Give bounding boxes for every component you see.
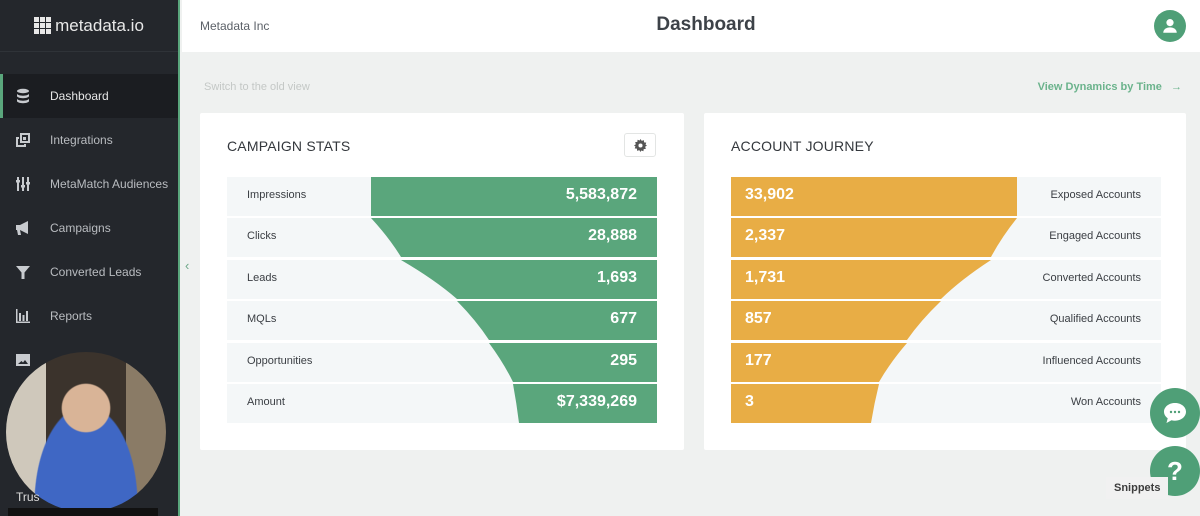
funnel-value: $7,339,269	[556, 393, 637, 410]
account-journey-card: ACCOUNT JOURNEY Exposed Accounts 33,902 En…	[704, 113, 1186, 450]
topbar: Metadata Inc Dashboard	[182, 0, 1200, 52]
view-dynamics-link[interactable]: View Dynamics by Time →	[1038, 81, 1182, 93]
funnel-value: 3	[745, 393, 754, 410]
funnel-value: 177	[745, 351, 772, 369]
funnel-label: Opportunities	[247, 354, 313, 367]
funnel-row: Leads 1,693	[227, 259, 657, 299]
funnel-bar: $7,339,269	[513, 384, 657, 423]
funnel-label: Impressions	[247, 189, 307, 201]
funnel-value: 677	[610, 310, 637, 328]
gear-icon	[633, 138, 647, 152]
bar-chart-icon	[14, 308, 32, 324]
funnel-label: Exposed Accounts	[1050, 189, 1141, 201]
webcam-bar	[8, 508, 158, 516]
funnel-row: Qualified Accounts 857	[731, 301, 1161, 341]
database-icon	[14, 88, 32, 104]
user-avatar-button[interactable]	[1154, 10, 1186, 42]
user-icon	[1163, 19, 1177, 33]
funnel-row: Exposed Accounts 33,902	[731, 177, 1161, 216]
funnel-value: 33,902	[745, 186, 794, 203]
funnel-value: 28,888	[588, 227, 637, 245]
sidebar-item-label: Reports	[50, 309, 93, 323]
logo-text: metadata.io	[55, 15, 144, 35]
funnel-bar: 857	[731, 301, 941, 341]
collapse-sidebar-chevron-left-icon[interactable]: ‹	[185, 258, 189, 273]
funnel-row: Influenced Accounts 177	[731, 342, 1161, 382]
account-journey-title: ACCOUNT JOURNEY	[731, 138, 874, 154]
sidebar-item-campaigns[interactable]: Campaigns	[0, 206, 178, 250]
funnel-row: Impressions 5,583,872	[227, 177, 657, 216]
funnel-value: 5,583,872	[565, 186, 637, 203]
sliders-icon	[14, 176, 32, 192]
campaign-stats-title: CAMPAIGN STATS	[227, 138, 351, 154]
funnel-bar: 1,693	[401, 259, 657, 299]
arrow-right-icon: →	[1171, 81, 1182, 93]
funnel-icon	[14, 264, 32, 280]
sidebar-nav: Dashboard Integrations MetaMatch Audienc…	[0, 74, 178, 382]
funnel-value: 2,337	[745, 227, 786, 245]
funnel-label: Influenced Accounts	[1042, 354, 1141, 367]
funnel-bar: 177	[731, 342, 907, 382]
funnel-label: Won Accounts	[1070, 396, 1141, 408]
funnel-value: 1,731	[745, 268, 786, 286]
switch-old-view-link[interactable]: Switch to the old view	[204, 81, 310, 93]
journey-funnel: Exposed Accounts 33,902 Engaged Accounts 2,…	[731, 177, 1161, 423]
funnel-bar: 3	[731, 384, 879, 423]
sidebar-item-label: Integrations	[50, 133, 113, 147]
funnel-bar: 1,731	[731, 259, 991, 299]
funnel-value: 857	[745, 310, 772, 328]
funnel-bar: 5,583,872	[371, 177, 657, 216]
funnel-label: MQLs	[247, 313, 277, 326]
funnel-label: Converted Accounts	[1042, 271, 1141, 284]
funnel-row: Opportunities 295	[227, 342, 657, 382]
webcam-caption: Trus	[16, 490, 40, 504]
sidebar-item-label: Dashboard	[50, 89, 109, 103]
chat-button[interactable]	[1150, 388, 1200, 438]
funnel-value: 1,693	[596, 268, 637, 286]
funnel-label: Leads	[247, 271, 277, 284]
funnel-bar: 295	[489, 342, 657, 382]
chat-bubble-icon	[1164, 403, 1186, 423]
funnel-row: Engaged Accounts 2,337	[731, 218, 1161, 258]
funnel-bar: 2,337	[731, 218, 1017, 258]
sidebar-item-integrations[interactable]: Integrations	[0, 118, 178, 162]
logo-grid-icon	[34, 17, 52, 34]
integrations-icon	[14, 132, 32, 148]
snippets-button[interactable]: Snippets	[1106, 477, 1169, 499]
sidebar-item-label: Converted Leads	[50, 265, 142, 279]
campaign-stats-card: CAMPAIGN STATS Impressions 5,583,872 Click…	[200, 113, 684, 450]
webcam-overlay	[6, 352, 166, 512]
funnel-row: MQLs 677	[227, 301, 657, 341]
funnel-value: 295	[610, 351, 637, 369]
sidebar-item-dashboard[interactable]: Dashboard	[0, 74, 178, 118]
image-icon	[14, 352, 32, 368]
settings-button[interactable]	[624, 133, 656, 157]
sidebar-item-metamatch-audiences[interactable]: MetaMatch Audiences	[0, 162, 178, 206]
sidebar-item-converted-leads[interactable]: Converted Leads	[0, 250, 178, 294]
sidebar-item-label: MetaMatch Audiences	[50, 177, 169, 191]
funnel-row: Amount $7,339,269	[227, 384, 657, 423]
funnel-label: Qualified Accounts	[1049, 313, 1141, 326]
funnel-bar: 28,888	[371, 218, 657, 258]
sidebar-item-reports[interactable]: Reports	[0, 294, 178, 338]
funnel-label: Amount	[247, 396, 285, 408]
sidebar-item-label: Campaigns	[50, 221, 111, 235]
view-dynamics-label: View Dynamics by Time	[1037, 81, 1162, 93]
funnel-bar: 677	[457, 301, 657, 341]
funnel-row: Won Accounts 3	[731, 384, 1161, 423]
funnel-row: Converted Accounts 1,731	[731, 259, 1161, 299]
campaign-funnel: Impressions 5,583,872 Clicks 28,888 Leads 1,6…	[227, 177, 657, 423]
page-title: Dashboard	[656, 14, 756, 35]
funnel-bar: 33,902	[731, 177, 1017, 216]
funnel-label: Clicks	[247, 230, 277, 243]
funnel-label: Engaged Accounts	[1049, 230, 1141, 243]
megaphone-icon	[14, 220, 32, 236]
logo[interactable]: metadata.io	[0, 0, 178, 52]
funnel-row: Clicks 28,888	[227, 218, 657, 258]
